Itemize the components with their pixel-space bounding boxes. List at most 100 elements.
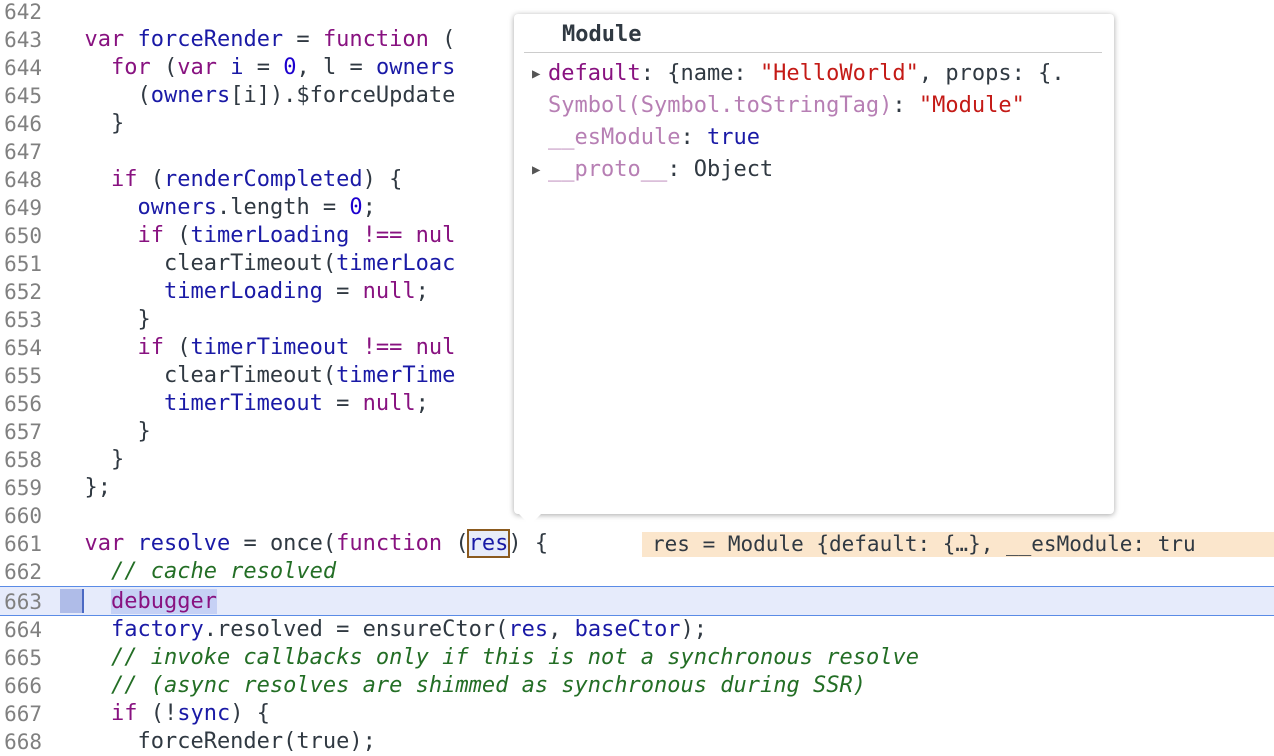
keyword: if <box>58 167 138 192</box>
line-number[interactable]: 652 <box>0 278 42 306</box>
keyword: if <box>58 223 164 248</box>
code-line: 662 // cache resolved <box>0 558 1274 586</box>
code-fragment: [i]).$forceUpdate <box>230 83 456 108</box>
string-value: "Module" <box>918 93 1025 118</box>
variable: res <box>508 617 549 642</box>
line-number[interactable]: 653 <box>0 306 42 334</box>
code-text: } <box>58 111 125 136</box>
property-key: Symbol(Symbol.toStringTag) <box>548 93 893 118</box>
code-text: } <box>58 419 151 444</box>
line-number[interactable]: 645 <box>0 82 42 110</box>
punct: ) { <box>508 531 549 556</box>
property-default[interactable]: default: {name: "HelloWorld", props: {. <box>548 58 1065 90</box>
source-editor[interactable]: 642 643 var forceRender = function ( 644… <box>0 0 1274 754</box>
line-number[interactable]: 656 <box>0 390 42 418</box>
variable: timerLoac <box>336 251 456 276</box>
code-fragment: .resolved = ensureCtor( <box>203 617 509 642</box>
line-number[interactable]: 663 <box>0 588 42 616</box>
code-text: timerTimeout = null; <box>58 390 429 418</box>
line-number[interactable]: 650 <box>0 222 42 250</box>
code-text: if (renderCompleted) { <box>58 166 402 194</box>
code-text: }; <box>58 475 111 500</box>
punct: ( <box>428 27 456 52</box>
keyword: function <box>322 27 429 52</box>
line-number[interactable]: 658 <box>0 446 42 474</box>
line-number[interactable]: 644 <box>0 54 42 82</box>
punct: ; <box>362 195 376 220</box>
keyword: var <box>58 27 138 52</box>
property-proto[interactable]: __proto__: Object <box>548 154 773 186</box>
variable: baseCtor <box>574 617 681 642</box>
code-fragment: clearTimeout( <box>58 363 337 388</box>
comment: // (async resolves are shimmed as synchr… <box>58 673 866 698</box>
punct: ( <box>442 531 469 556</box>
inline-value-res: res = Module {default: {…}, __esModule: … <box>642 532 1274 557</box>
keyword: var <box>58 531 138 556</box>
code-line: 667 if (!sync) { <box>0 700 1274 728</box>
line-number[interactable]: 654 <box>0 334 42 362</box>
line-number[interactable]: 655 <box>0 362 42 390</box>
operator: = <box>322 391 363 416</box>
expand-triangle-icon[interactable]: ▶ <box>532 66 540 82</box>
code-text: var resolve = once(function (res) { <box>58 529 549 558</box>
punct: ) { <box>362 167 403 192</box>
line-number[interactable]: 665 <box>0 644 42 672</box>
variable: owners <box>150 83 231 108</box>
line-number[interactable]: 642 <box>0 0 42 26</box>
object-preview-popover: Module ▶ default: {name: "HelloWorld", p… <box>514 14 1114 514</box>
variable: timerTimeout <box>190 335 350 360</box>
property-key: default <box>548 61 641 86</box>
code-line: 665 // invoke callbacks only if this is … <box>0 644 1274 672</box>
line-number[interactable]: 666 <box>0 672 42 700</box>
popover-title: Module <box>562 22 642 47</box>
punct: ); <box>680 617 708 642</box>
property-esmodule[interactable]: __esModule: true <box>548 122 760 154</box>
keyword: function <box>336 531 443 556</box>
line-number[interactable]: 647 <box>0 138 42 166</box>
property-key: __esModule <box>548 125 681 150</box>
variable: timerLoading <box>190 223 350 248</box>
code-line: 668 forceRender(true); <box>0 728 1274 756</box>
code-fragment: , l = <box>296 55 376 80</box>
variable: timerTimeout <box>163 391 323 416</box>
line-number[interactable]: 657 <box>0 418 42 446</box>
code-text: } <box>58 307 151 332</box>
line-number[interactable]: 668 <box>0 728 42 756</box>
operator: !== <box>349 223 416 248</box>
line-number[interactable]: 660 <box>0 502 42 530</box>
code-line: 664 factory.resolved = ensureCtor(res, b… <box>0 616 1274 644</box>
code-text: debugger <box>58 588 217 616</box>
line-number[interactable]: 667 <box>0 700 42 728</box>
expand-triangle-icon[interactable]: ▶ <box>532 162 540 178</box>
line-number[interactable]: 659 <box>0 474 42 502</box>
line-number[interactable]: 651 <box>0 250 42 278</box>
keyword-debugger: debugger <box>110 589 217 614</box>
separator: : <box>680 125 707 150</box>
property-symbol-tostringtag[interactable]: Symbol(Symbol.toStringTag): "Module" <box>548 90 1025 122</box>
line-number[interactable]: 646 <box>0 110 42 138</box>
line-number[interactable]: 648 <box>0 166 42 194</box>
line-number[interactable]: 643 <box>0 26 42 54</box>
number: 0 <box>349 195 363 220</box>
code-text: if (timerLoading !== nul <box>58 222 455 250</box>
code-text: forceRender(true); <box>58 729 376 754</box>
code-line: 661 var resolve = once(function (res) { … <box>0 529 1274 558</box>
line-number[interactable]: 664 <box>0 616 42 644</box>
operator: = <box>283 27 323 52</box>
line-number[interactable]: 662 <box>0 558 42 586</box>
comment: // cache resolved <box>58 559 337 584</box>
variable: i <box>216 55 244 80</box>
boolean-value: true <box>706 125 760 150</box>
property-key: __proto__ <box>548 157 668 182</box>
execution-line: 663 debugger <box>0 586 1274 616</box>
code-fragment: .length = <box>216 195 350 220</box>
line-number[interactable]: 649 <box>0 194 42 222</box>
keyword: nul <box>415 223 456 248</box>
line-number[interactable]: 661 <box>0 530 42 558</box>
punct: ( <box>163 335 191 360</box>
hovered-variable-res[interactable]: res <box>466 529 511 558</box>
operator: = <box>243 55 284 80</box>
